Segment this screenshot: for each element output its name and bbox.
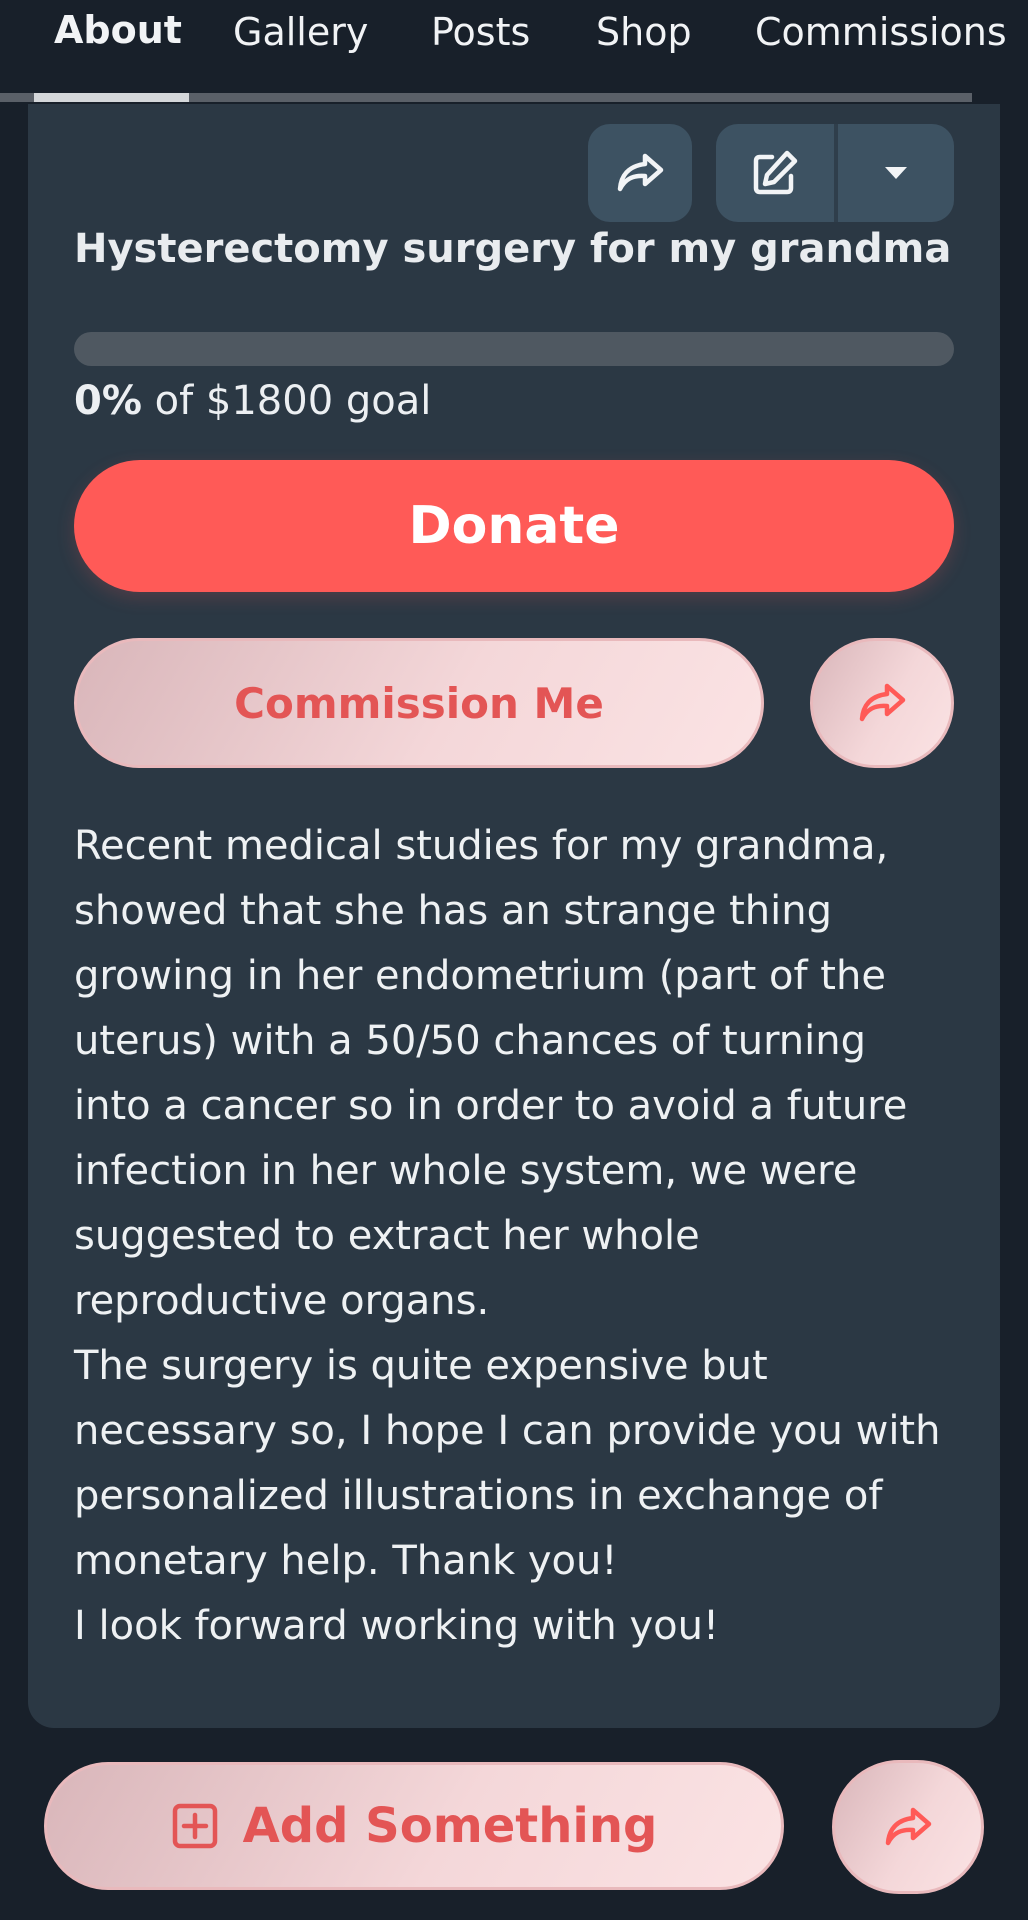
fundraiser-title: Hysterectomy surgery for my grandma (74, 226, 952, 272)
tab-posts[interactable]: Posts (431, 10, 530, 54)
edit-button[interactable] (716, 124, 834, 222)
tab-commissions[interactable]: Commissions (755, 10, 1007, 54)
description-paragraph: The surgery is quite expensive but neces… (74, 1343, 941, 1584)
bottom-share-button[interactable] (832, 1760, 984, 1894)
description-paragraph: I look forward working with you! (74, 1603, 719, 1649)
more-options-dropdown[interactable] (838, 124, 954, 222)
card-share-button[interactable] (588, 124, 692, 222)
edit-split-button (716, 124, 954, 222)
donate-button[interactable]: Donate (74, 460, 954, 592)
tab-shop[interactable]: Shop (596, 10, 692, 54)
commission-share-button[interactable] (810, 638, 954, 768)
tab-gallery[interactable]: Gallery (233, 10, 368, 54)
caret-down-icon (885, 167, 907, 179)
tab-about[interactable]: About (54, 8, 182, 52)
profile-tab-bar: About Gallery Posts Shop Commissions (0, 0, 1028, 104)
edit-icon (753, 150, 798, 195)
goal-percent: 0% (74, 378, 142, 424)
add-something-button[interactable]: Add Something (44, 1762, 784, 1890)
add-something-label: Add Something (242, 1798, 658, 1854)
share-icon (617, 153, 664, 192)
commission-me-button[interactable]: Commission Me (74, 638, 764, 768)
goal-progress-bar (74, 332, 954, 366)
active-tab-indicator (34, 93, 189, 102)
plus-square-icon (172, 1803, 217, 1849)
goal-status: 0% of $1800 goal (74, 378, 431, 424)
fundraiser-description: Recent medical studies for my grandma, s… (74, 814, 954, 1659)
description-paragraph: Recent medical studies for my grandma, s… (74, 823, 908, 1324)
share-icon (859, 683, 906, 722)
share-icon (885, 1807, 932, 1846)
goal-amount-text: of $1800 goal (141, 378, 432, 424)
